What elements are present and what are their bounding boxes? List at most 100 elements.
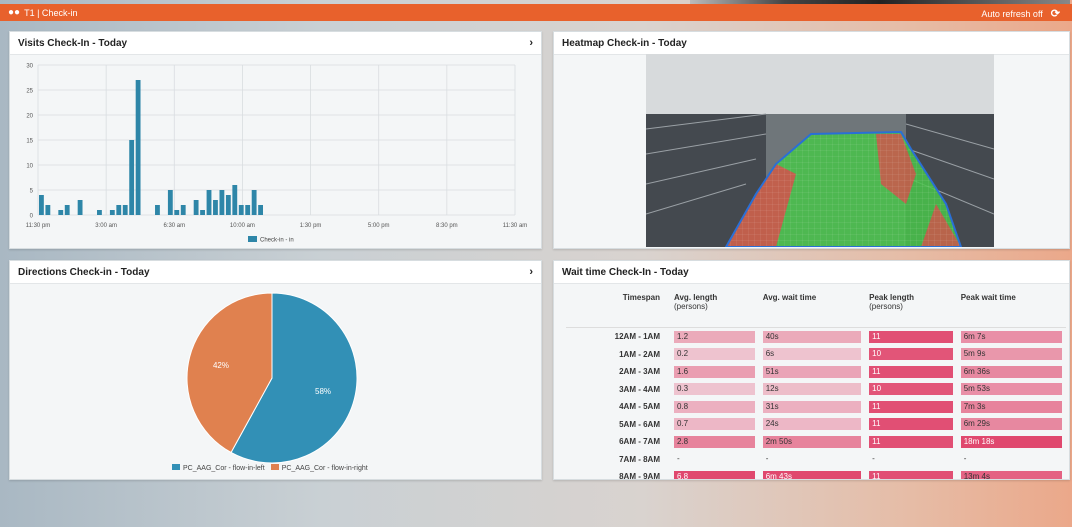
heat-cell: - <box>677 454 680 464</box>
heat-cell: 2.8 <box>674 435 755 448</box>
heat-cell: 10 <box>869 348 953 361</box>
table-row: 12AM - 1AM 1.2 40s 11 6m 7s <box>566 328 1066 346</box>
column-header-avg-length: Avg. length (persons) <box>670 291 759 328</box>
y-tick-label: 30 <box>26 64 33 70</box>
avg-length-cell: 1.6 <box>670 363 759 381</box>
bar <box>225 195 231 215</box>
table-row: 4AM - 5AM 0.8 31s 11 7m 3s <box>566 398 1066 416</box>
visits-panel-title: Visits Check-In - Today <box>18 37 128 49</box>
heatmap-panel-title: Heatmap Check-in - Today <box>562 37 687 49</box>
column-header-avg-wait: Avg. wait time <box>758 291 866 328</box>
avg-length-cell: 6.8 <box>670 468 759 479</box>
timespan-cell: 7AM - 8AM <box>619 454 660 464</box>
heat-cell: 6m 7s <box>960 330 1062 343</box>
bar <box>174 210 180 215</box>
avg-wait-cell: 2m 50s <box>759 433 865 451</box>
bar <box>206 190 212 215</box>
heat-cell: 31s <box>762 400 862 413</box>
people-icon: ●● <box>8 7 21 18</box>
waittime-panel-title: Wait time Check-In - Today <box>562 266 689 278</box>
timespan-cell: 4AM - 5AM <box>619 402 660 412</box>
avg-wait-cell: 40s <box>759 328 865 346</box>
heatmap-panel: Heatmap Check-in - Today <box>553 31 1070 249</box>
bar <box>97 210 102 215</box>
peak-wait-cell: 6m 29s <box>957 416 1066 434</box>
heatmap-panel-header: Heatmap Check-in - Today <box>554 32 1069 55</box>
heat-cell: 10 <box>869 383 953 396</box>
x-tick-label: 3:00 am <box>95 223 117 229</box>
bar <box>39 195 44 215</box>
legend-item-left: PC_AAG_Cor - flow-in-left <box>172 464 265 472</box>
bar <box>245 205 251 215</box>
peak-wait-cell: 5m 53s <box>957 381 1066 399</box>
bar <box>109 210 115 215</box>
heat-cell: - <box>872 454 875 464</box>
heat-cell: 11 <box>869 330 953 343</box>
heat-cell: 51s <box>762 365 862 378</box>
visits-panel-header: Visits Check-In - Today › <box>10 32 541 55</box>
bar <box>251 190 257 215</box>
x-tick-label: 1:30 pm <box>300 223 322 229</box>
peak-wait-cell: - <box>957 451 1066 469</box>
auto-refresh-toggle[interactable]: Auto refresh off <box>981 9 1042 19</box>
heat-cell: 11 <box>869 400 953 413</box>
bar <box>135 80 141 215</box>
expand-chevron-icon[interactable]: › <box>529 37 533 49</box>
heat-cell: 1.6 <box>674 365 755 378</box>
bar <box>122 205 128 215</box>
timespan-cell: 2AM - 3AM <box>619 367 660 377</box>
peak-wait-cell: 7m 3s <box>957 398 1066 416</box>
table-row: 8AM - 9AM 6.8 6m 43s 11 13m 4s <box>566 468 1066 480</box>
table-row: 2AM - 3AM 1.6 51s 11 6m 36s <box>566 363 1066 381</box>
avg-wait-cell: 24s <box>759 416 865 434</box>
bar <box>77 200 83 215</box>
peak-length-cell: 11 <box>865 328 957 346</box>
y-tick-label: 25 <box>26 89 33 95</box>
avg-length-cell: 0.3 <box>670 381 759 399</box>
bar <box>116 205 122 215</box>
heat-cell: - <box>765 454 769 464</box>
timespan-cell: 5AM - 6AM <box>619 419 660 429</box>
heat-cell: 24s <box>762 418 862 431</box>
peak-length-cell: 11 <box>865 416 957 434</box>
bar <box>232 185 238 215</box>
heat-cell: 0.3 <box>674 383 755 396</box>
x-tick-label: 5:00 pm <box>368 223 390 229</box>
bar <box>193 200 199 215</box>
legend-swatch <box>248 236 257 242</box>
peak-wait-cell: 6m 36s <box>957 363 1066 381</box>
waittime-panel-header: Wait time Check-In - Today <box>554 261 1069 284</box>
directions-panel-title: Directions Check-in - Today <box>18 266 150 278</box>
pie-legend: PC_AAG_Cor - flow-in-left PC_AAG_Cor - f… <box>172 464 368 472</box>
expand-chevron-icon[interactable]: › <box>529 266 533 278</box>
heat-cell: 18m 18s <box>960 435 1062 448</box>
heat-cell: 2m 50s <box>762 435 862 448</box>
table-row: 5AM - 6AM 0.7 24s 11 6m 29s <box>566 416 1066 434</box>
heat-cell: 12s <box>762 383 862 396</box>
heat-cell: 5m 9s <box>960 348 1062 361</box>
timespan-cell: 3AM - 4AM <box>619 384 660 394</box>
heat-cell: 6.8 <box>674 470 755 479</box>
x-tick-label: 10:00 am <box>230 223 255 229</box>
peak-length-cell: 11 <box>865 398 957 416</box>
refresh-icon[interactable]: ⟳ <box>1051 7 1060 20</box>
bar <box>200 210 205 215</box>
pie-slice-label: 42% <box>213 361 229 370</box>
avg-wait-cell: 12s <box>759 381 865 399</box>
heat-cell: 0.8 <box>674 400 755 413</box>
bar <box>155 205 160 215</box>
avg-wait-cell: 6s <box>759 346 865 364</box>
avg-length-cell: 0.7 <box>670 416 759 434</box>
avg-wait-cell: 51s <box>759 363 865 381</box>
heat-cell: 11 <box>869 435 953 448</box>
y-tick-label: 15 <box>26 139 33 145</box>
table-header-row: Timespan Avg. length (persons) Avg. wait … <box>566 291 1066 328</box>
bar <box>64 205 70 215</box>
table-row: 7AM - 8AM - - - - <box>566 451 1066 469</box>
timespan-cell: 8AM - 9AM <box>619 472 660 480</box>
y-tick-label: 5 <box>30 189 34 195</box>
y-tick-label: 10 <box>26 164 33 170</box>
heat-cell: 6m 36s <box>960 365 1062 378</box>
heat-cell: 0.2 <box>674 348 755 361</box>
visits-bar-chart: 0 5 10 15 20 25 30 11:30 pm 3:00 am 6:30 am 10:00 … <box>26 64 528 244</box>
